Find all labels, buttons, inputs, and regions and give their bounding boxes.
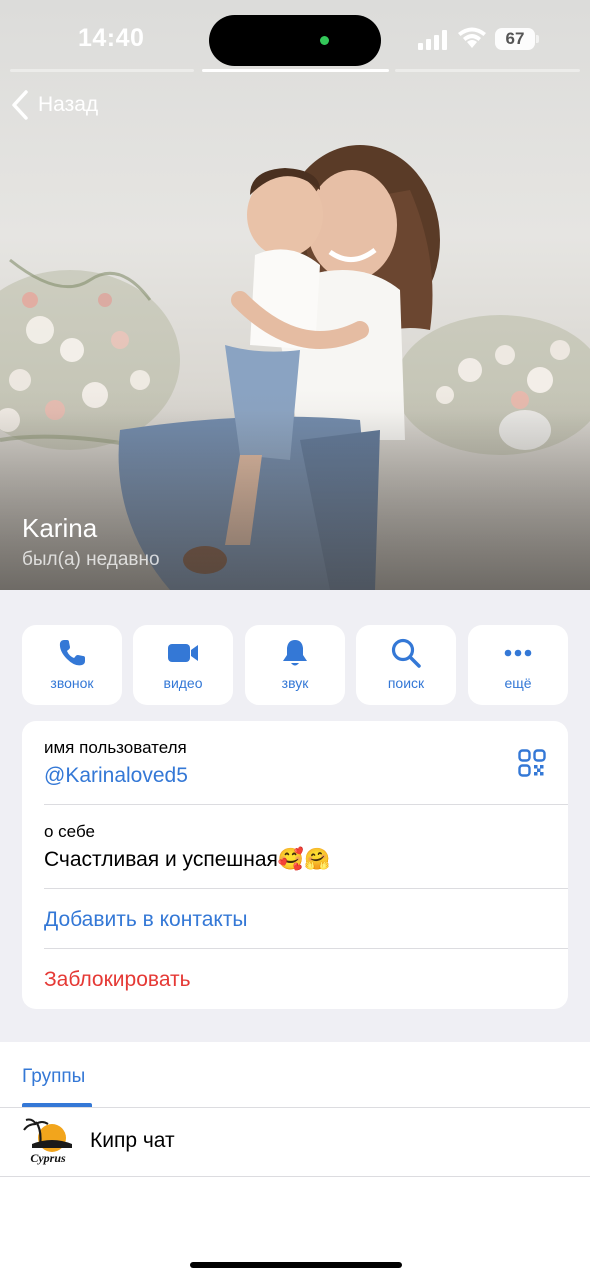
status-time: 14:40 <box>78 24 145 52</box>
group-avatar-text: Cyprus <box>30 1151 66 1165</box>
divider <box>44 948 568 949</box>
add-to-contacts-button[interactable]: Добавить в контакты <box>44 908 248 932</box>
bell-icon <box>283 640 307 666</box>
divider <box>44 804 568 805</box>
profile-info-card: имя пользователя @Karinaloved5 о себе Сч… <box>22 721 568 1009</box>
back-label: Назад <box>38 93 99 116</box>
divider <box>0 1176 590 1177</box>
more-dots-icon <box>504 649 532 657</box>
photo-pager-segment <box>10 69 194 72</box>
call-label: звонок <box>50 675 94 691</box>
sound-button[interactable]: звук <box>245 625 345 705</box>
group-list-item[interactable]: Cyprus Кипр чат <box>0 1108 590 1176</box>
shared-groups-section: Группы Cyprus Кипр чат <box>0 1042 590 1280</box>
dynamic-island <box>209 15 381 66</box>
group-name: Кипр чат <box>90 1129 175 1152</box>
phone-icon <box>59 640 85 666</box>
battery-icon: 67 <box>495 28 539 50</box>
profile-name: Karina <box>22 513 98 543</box>
back-button[interactable]: Назад <box>10 88 98 122</box>
search-label: поиск <box>387 675 425 691</box>
sound-label: звук <box>281 675 309 691</box>
profile-photo[interactable]: 14:40 67 Назад Karina был(а) недавно <box>0 0 590 590</box>
photo-pager <box>10 69 580 72</box>
wifi-icon <box>458 27 486 48</box>
bio-label: о себе <box>44 822 95 841</box>
search-icon <box>391 638 421 668</box>
home-indicator <box>190 1262 402 1268</box>
search-button[interactable]: поиск <box>356 625 456 705</box>
photo-pager-segment <box>395 69 580 72</box>
video-camera-icon <box>168 644 198 662</box>
cellular-signal-icon <box>418 30 447 50</box>
block-user-button[interactable]: Заблокировать <box>44 968 191 992</box>
chevron-left-icon <box>12 90 28 120</box>
photo-pager-segment-active <box>202 69 389 72</box>
video-label: видео <box>163 675 203 691</box>
qr-code-icon[interactable] <box>518 749 546 777</box>
last-seen-status: был(а) недавно <box>22 549 160 570</box>
tab-groups[interactable]: Группы <box>22 1066 85 1088</box>
camera-indicator-dot <box>320 36 329 45</box>
group-avatar: Cyprus <box>23 1118 72 1165</box>
battery-level: 67 <box>505 29 525 48</box>
more-button[interactable]: ещё <box>468 625 568 705</box>
username-value[interactable]: @Karinaloved5 <box>44 764 188 788</box>
username-label: имя пользователя <box>44 738 187 757</box>
profile-actions: звонок видео звук поиск ещё <box>22 625 568 705</box>
video-button[interactable]: видео <box>133 625 233 705</box>
divider <box>44 888 568 889</box>
more-label: ещё <box>504 675 532 691</box>
bio-value: Счастливая и успешная🥰🤗 <box>44 848 331 871</box>
call-button[interactable]: звонок <box>22 625 122 705</box>
